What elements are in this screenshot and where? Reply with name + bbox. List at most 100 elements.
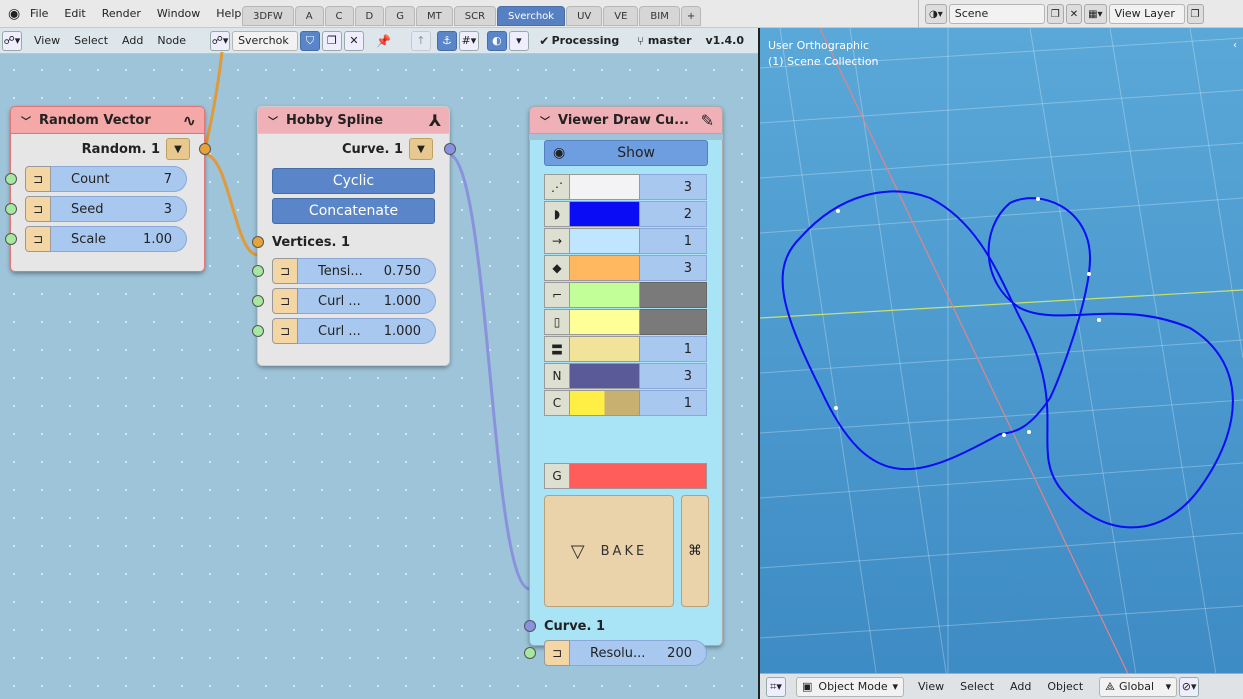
vp-menu-add[interactable]: Add bbox=[1010, 680, 1031, 693]
3d-viewport[interactable]: User Orthographic (1) Scene Collection ‹… bbox=[760, 28, 1243, 699]
display-value-field[interactable] bbox=[640, 282, 707, 308]
bbox-icon[interactable]: ▯ bbox=[544, 309, 570, 335]
viewport-gizmo-arrow-icon[interactable]: ‹ bbox=[1233, 40, 1243, 54]
hobby-spline-node[interactable]: ﹀ Hobby Spline ⅄ Curve. 1 ▼ Cyclic Conca… bbox=[252, 106, 456, 366]
tension-field[interactable]: Tensi... 0.750 bbox=[298, 258, 436, 284]
add-workspace-button[interactable]: + bbox=[680, 6, 702, 26]
output-socket[interactable] bbox=[199, 143, 211, 155]
bake-options-button[interactable]: ⌘ bbox=[681, 495, 709, 607]
scale-field[interactable]: Scale 1.00 bbox=[51, 226, 187, 252]
tab-g[interactable]: G bbox=[385, 6, 415, 26]
color-swatch[interactable] bbox=[570, 201, 640, 227]
socket-plug-icon[interactable]: ⊐ bbox=[25, 226, 51, 252]
curve-icon[interactable]: ◗ bbox=[544, 201, 570, 227]
collapse-chevron-icon[interactable]: ﹀ bbox=[21, 113, 31, 128]
menu-file[interactable]: File bbox=[22, 0, 56, 28]
diamond-icon[interactable]: ◆ bbox=[544, 255, 570, 281]
concatenate-button[interactable]: Concatenate bbox=[272, 198, 435, 224]
arrow-right-icon[interactable]: → bbox=[544, 228, 570, 254]
display-value-field[interactable]: 3 bbox=[640, 363, 707, 389]
scene-field[interactable]: Scene bbox=[948, 4, 1045, 24]
curl-end-field[interactable]: Curl ... 1.000 bbox=[298, 318, 436, 344]
new-view-layer-icon[interactable]: ❐ bbox=[1186, 4, 1204, 24]
pivot-icon[interactable]: ⊘▾ bbox=[1179, 676, 1200, 697]
editor-type-icon[interactable]: ⌗▾ bbox=[766, 676, 786, 697]
n-label-icon[interactable]: N bbox=[544, 363, 570, 389]
collapse-chevron-icon[interactable]: ﹀ bbox=[540, 113, 550, 128]
socket-plug-icon[interactable]: ⊐ bbox=[272, 258, 298, 284]
viewer-draw-title[interactable]: ﹀ Viewer Draw Cu... ✎ bbox=[529, 106, 723, 134]
bake-button[interactable]: ▽ BAKE bbox=[544, 495, 674, 607]
output-dropdown[interactable]: ▼ bbox=[166, 138, 190, 160]
tab-sverchok[interactable]: Sverchok bbox=[497, 6, 566, 26]
color-swatch[interactable] bbox=[570, 174, 640, 200]
delete-scene-icon[interactable]: ✕ bbox=[1065, 4, 1083, 24]
display-value-field[interactable]: 1 bbox=[640, 336, 707, 362]
random-vector-title[interactable]: ﹀ Random Vector ∿ bbox=[10, 106, 205, 134]
display-value-field[interactable]: 3 bbox=[640, 255, 707, 281]
tab-scr[interactable]: SCR bbox=[453, 6, 497, 26]
menu-render[interactable]: Render bbox=[94, 0, 149, 28]
tab-c[interactable]: C bbox=[324, 6, 354, 26]
scene-icon[interactable]: ◑▾ bbox=[925, 4, 947, 24]
color-swatch[interactable] bbox=[570, 390, 640, 416]
display-value-field[interactable]: 2 bbox=[640, 201, 707, 227]
menu-edit[interactable]: Edit bbox=[56, 0, 93, 28]
node-editor[interactable]: ☍▾ View Select Add Node ☍▾ Sverchok ⛉ ❐ … bbox=[0, 28, 758, 699]
tab-3dfw[interactable]: 3DFW bbox=[242, 6, 294, 26]
vp-menu-object[interactable]: Object bbox=[1047, 680, 1083, 693]
hobby-spline-title[interactable]: ﹀ Hobby Spline ⅄ bbox=[257, 106, 450, 134]
view-layer-field[interactable]: View Layer bbox=[1108, 4, 1185, 24]
color-swatch[interactable] bbox=[570, 336, 640, 362]
curl-start-socket[interactable] bbox=[252, 295, 264, 307]
tab-uv[interactable]: UV bbox=[566, 6, 603, 26]
color-swatch[interactable] bbox=[570, 255, 640, 281]
seed-socket[interactable] bbox=[5, 203, 17, 215]
menu-window[interactable]: Window bbox=[149, 0, 208, 28]
scale-socket[interactable] bbox=[5, 233, 17, 245]
output-dropdown[interactable]: ▼ bbox=[409, 138, 433, 160]
c-label-icon[interactable]: C bbox=[544, 390, 570, 416]
tension-socket[interactable] bbox=[252, 265, 264, 277]
control-polygon-icon[interactable]: ⌐ bbox=[544, 282, 570, 308]
color-swatch[interactable] bbox=[570, 363, 640, 389]
cyclic-button[interactable]: Cyclic bbox=[272, 168, 435, 194]
curl-start-field[interactable]: Curl ... 1.000 bbox=[298, 288, 436, 314]
display-value-field[interactable]: 1 bbox=[640, 390, 707, 416]
collapse-chevron-icon[interactable]: ﹀ bbox=[268, 113, 278, 128]
vertices-socket[interactable] bbox=[252, 236, 264, 248]
color-swatch[interactable] bbox=[570, 309, 640, 335]
g-label-icon[interactable]: G bbox=[544, 463, 570, 489]
resolution-field[interactable]: Resolu... 200 bbox=[570, 640, 707, 666]
transform-orientation-dropdown[interactable]: ⟁ Global ▾ bbox=[1099, 676, 1178, 697]
vertex-icon[interactable]: ⋰ bbox=[544, 174, 570, 200]
display-value-field[interactable] bbox=[640, 309, 707, 335]
tab-mt[interactable]: MT bbox=[415, 6, 453, 26]
color-swatch[interactable] bbox=[570, 228, 640, 254]
display-value-field[interactable]: 3 bbox=[640, 174, 707, 200]
count-field[interactable]: Count 7 bbox=[51, 166, 187, 192]
count-socket[interactable] bbox=[5, 173, 17, 185]
color-swatch[interactable] bbox=[570, 282, 640, 308]
curve-output-socket[interactable] bbox=[444, 143, 456, 155]
socket-plug-icon[interactable]: ⊐ bbox=[544, 640, 570, 666]
viewer-draw-curve-node[interactable]: ﹀ Viewer Draw Cu... ✎ ◉ Show ⋰ 3 ◗ 2 → 1 ◆ 3 ⌐ ▯ 〓… bbox=[524, 106, 723, 666]
socket-plug-icon[interactable]: ⊐ bbox=[25, 166, 51, 192]
socket-plug-icon[interactable]: ⊐ bbox=[25, 196, 51, 222]
socket-plug-icon[interactable]: ⊐ bbox=[272, 288, 298, 314]
tab-ve[interactable]: VE bbox=[603, 6, 639, 26]
new-scene-icon[interactable]: ❐ bbox=[1046, 4, 1064, 24]
resolution-socket[interactable] bbox=[524, 647, 536, 659]
vp-menu-view[interactable]: View bbox=[918, 680, 944, 693]
curve-input-socket[interactable] bbox=[524, 620, 536, 632]
tab-d[interactable]: D bbox=[354, 6, 385, 26]
socket-plug-icon[interactable]: ⊐ bbox=[272, 318, 298, 344]
curl-end-socket[interactable] bbox=[252, 325, 264, 337]
blender-logo-icon[interactable]: ◉ bbox=[0, 0, 22, 28]
view-layer-icon[interactable]: ▦▾ bbox=[1084, 4, 1107, 24]
line-icon[interactable]: 〓 bbox=[544, 336, 570, 362]
tab-bim[interactable]: BIM bbox=[639, 6, 680, 26]
vp-menu-select[interactable]: Select bbox=[960, 680, 994, 693]
object-mode-dropdown[interactable]: ▣ Object Mode ▾ bbox=[796, 676, 904, 697]
display-value-field[interactable]: 1 bbox=[640, 228, 707, 254]
